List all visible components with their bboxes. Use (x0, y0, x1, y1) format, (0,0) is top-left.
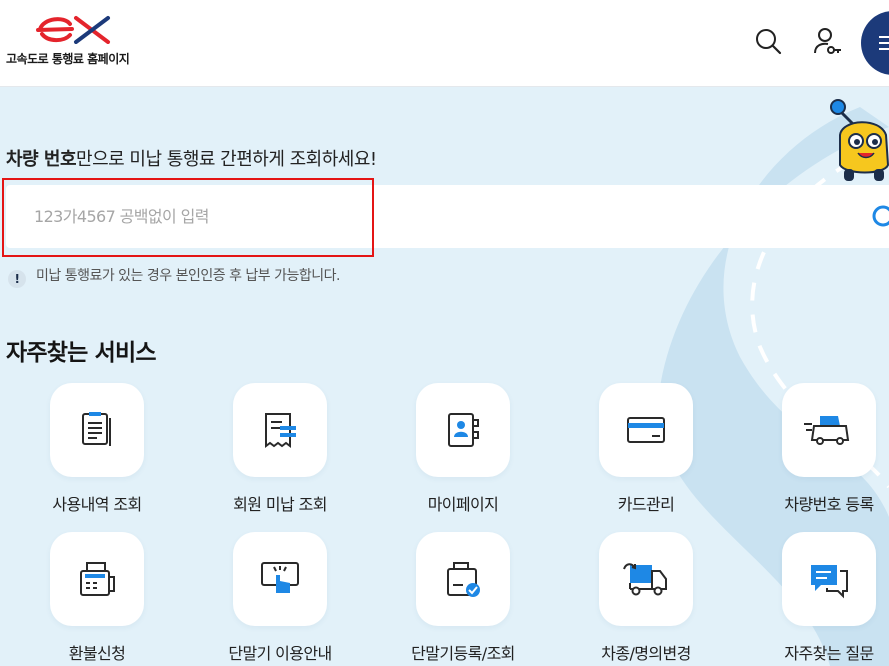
tile-label: 단말기 이용안내 (228, 644, 332, 663)
truck-change-icon (623, 563, 667, 596)
terminal-touch-icon (261, 562, 299, 593)
services-title: 자주찾는 서비스 (6, 340, 157, 366)
header: 고속도로 통행료 홈페이지 (0, 0, 889, 87)
menu-icon (879, 36, 889, 38)
car-mascot-icon (830, 99, 889, 181)
tile-label: 환불신청 (68, 644, 126, 663)
car-register-icon (804, 416, 850, 445)
tile-label: 차량번호 등록 (784, 495, 874, 514)
tile-label: 카드관리 (617, 495, 675, 514)
tile-label: 사용내역 조회 (52, 495, 142, 514)
ex-logo-icon (36, 16, 110, 44)
unpaid-bill-icon (265, 413, 296, 448)
tile-label: 마이페이지 (427, 495, 499, 514)
search-lead-text: 차량 번호만으로 미납 통행료 간편하게 조회하세요! (6, 145, 377, 171)
plate-search-box (6, 185, 889, 248)
exclamation-icon: ! (8, 270, 26, 288)
site-title: 고속도로 통행료 홈페이지 (6, 52, 130, 66)
tile-label: 단말기등록/조회 (411, 644, 515, 663)
search-submit-icon[interactable] (869, 202, 889, 230)
site-logo[interactable]: 고속도로 통행료 홈페이지 (6, 14, 156, 74)
lead-strong: 차량 번호 (6, 149, 77, 170)
search-icon[interactable] (752, 25, 786, 59)
receipt-list-icon (82, 412, 111, 446)
faq-chat-icon (811, 565, 848, 599)
tile-label: 회원 미납 조회 (233, 495, 327, 514)
tile-label: 차종/명의변경 (601, 644, 691, 663)
contact-book-icon (448, 413, 479, 447)
notice-text: 미납 통행료가 있는 경우 본인인증 후 납부 가능합니다. (36, 268, 340, 284)
unpaid-notice: ! 미납 통행료가 있는 경우 본인인증 후 납부 가능합니다. (8, 265, 340, 288)
plate-number-input[interactable] (6, 185, 876, 248)
lead-rest: 만으로 미납 통행료 간편하게 조회하세요! (76, 149, 377, 170)
refund-machine-icon (80, 562, 115, 596)
terminal-check-icon (447, 562, 480, 597)
menu-button[interactable] (861, 11, 889, 75)
tile-label: 자주찾는 질문 (784, 644, 874, 663)
user-key-icon[interactable] (810, 25, 844, 59)
credit-card-icon (627, 417, 665, 443)
